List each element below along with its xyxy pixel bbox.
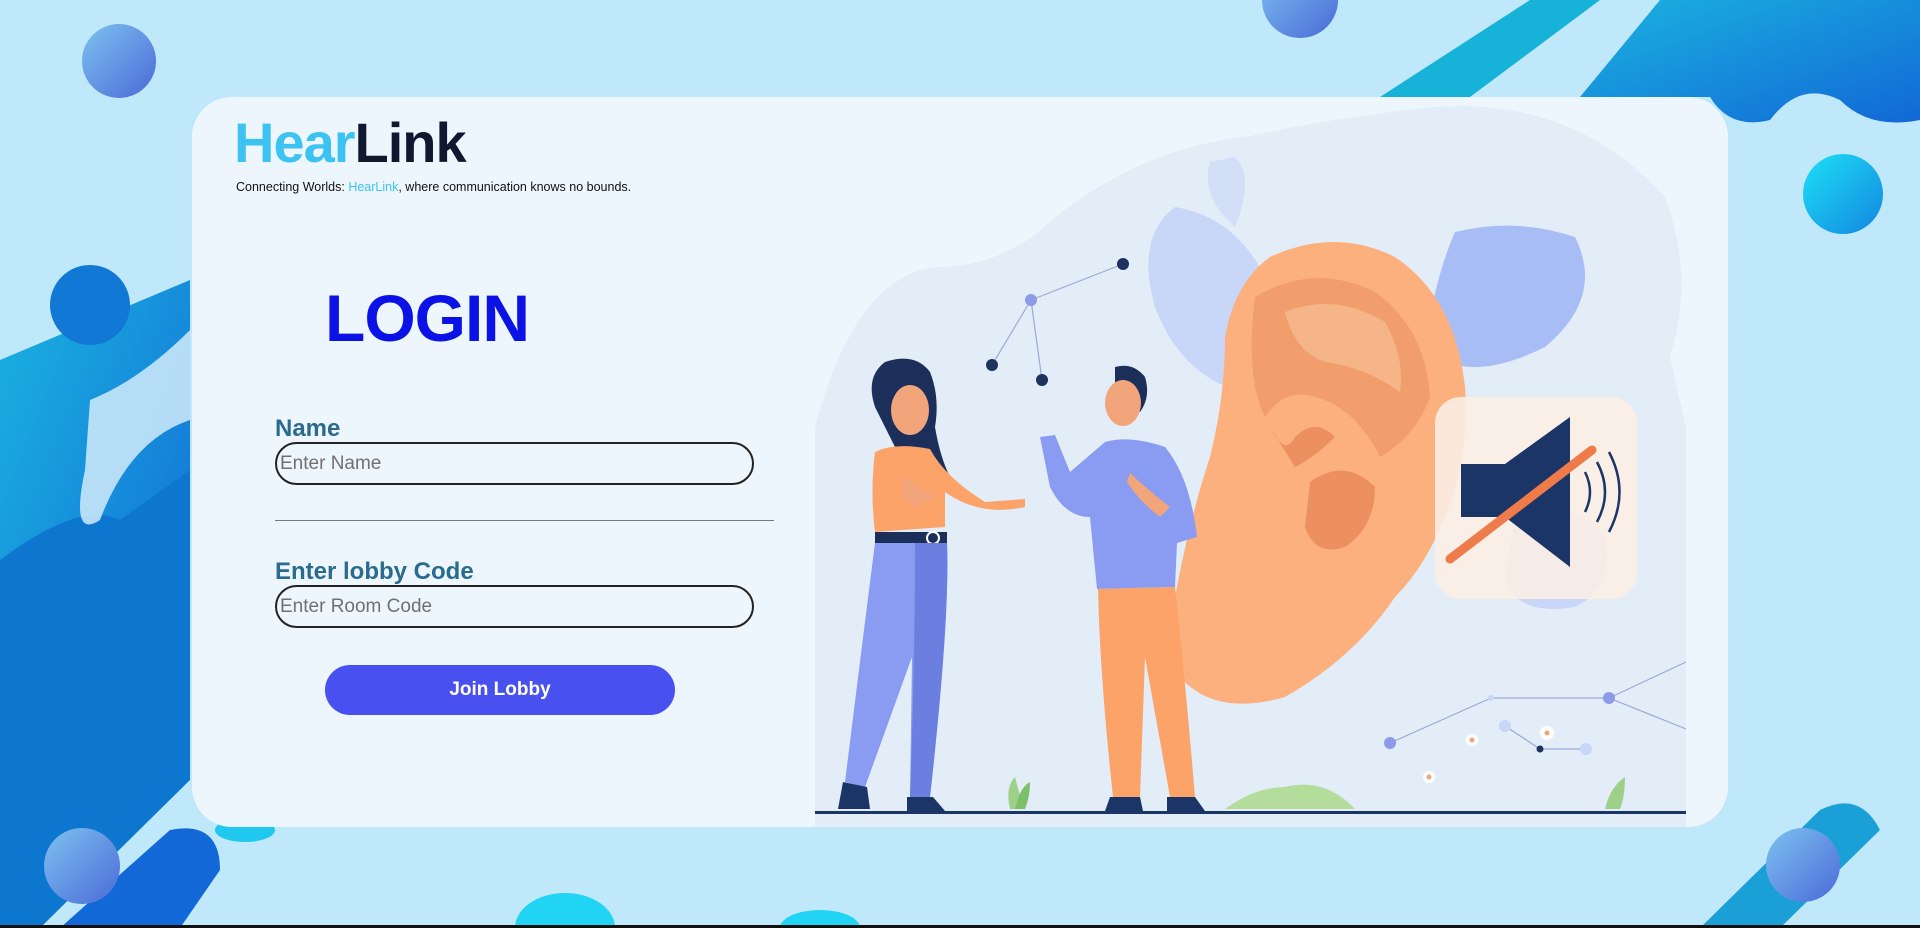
name-label: Name: [275, 415, 341, 442]
ground-line: [815, 811, 1686, 814]
muted-speaker-icon: [1435, 397, 1637, 599]
tagline-suffix: , where communication knows no bounds.: [398, 180, 632, 194]
brand-logo: HearLink: [234, 115, 467, 171]
room-code-input[interactable]: [275, 585, 754, 628]
page-title: LOGIN: [325, 281, 530, 355]
join-lobby-button[interactable]: Join Lobby: [325, 665, 675, 715]
login-card: HearLink Connecting Worlds: HearLink, wh…: [192, 97, 1728, 827]
form-divider: [275, 520, 774, 521]
tagline-highlight: HearLink: [348, 180, 399, 194]
hearing-illustration: [815, 106, 1686, 827]
logo-part-link: Link: [354, 111, 467, 174]
tagline: Connecting Worlds: HearLink, where commu…: [236, 180, 631, 194]
name-input[interactable]: [275, 442, 754, 485]
logo-part-hear: Hear: [234, 111, 356, 174]
lobby-code-label: Enter lobby Code: [275, 558, 474, 585]
tagline-prefix: Connecting Worlds:: [236, 180, 349, 194]
